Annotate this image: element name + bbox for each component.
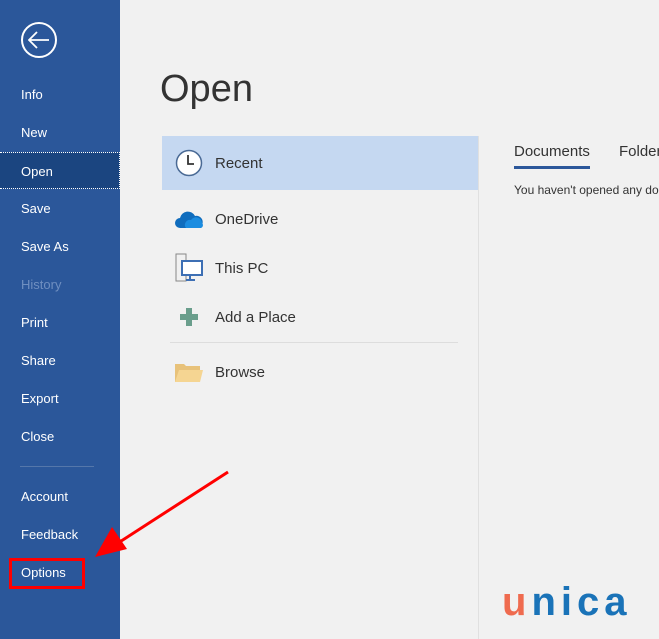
unica-logo: unica <box>502 580 632 624</box>
pane-divider <box>478 136 479 639</box>
clock-icon <box>175 149 202 177</box>
nav-info[interactable]: Info <box>0 76 120 113</box>
sidebar-divider <box>20 466 94 467</box>
page-title: Open <box>160 68 253 110</box>
annotation-highlight-box <box>9 558 85 589</box>
place-add-a-place[interactable]: Add a Place <box>162 293 478 341</box>
nav-export[interactable]: Export <box>0 380 120 417</box>
nav-save[interactable]: Save <box>0 190 120 227</box>
nav-save-as[interactable]: Save As <box>0 228 120 265</box>
cloud-icon <box>174 211 203 228</box>
nav-share[interactable]: Share <box>0 342 120 379</box>
place-browse[interactable]: Browse <box>162 348 478 396</box>
nav-feedback[interactable]: Feedback <box>0 516 120 553</box>
nav-account[interactable]: Account <box>0 478 120 515</box>
folder-icon <box>174 364 203 382</box>
nav-history: History <box>21 277 62 292</box>
place-label: Recent <box>215 154 263 172</box>
nav-open[interactable]: Open <box>0 152 120 189</box>
nav-close[interactable]: Close <box>0 418 120 455</box>
place-recent[interactable]: Recent <box>162 136 478 190</box>
tab-folders[interactable]: Folder <box>619 143 659 166</box>
computer-icon <box>175 253 203 282</box>
place-this-pc[interactable]: This PC <box>162 244 478 292</box>
place-label: OneDrive <box>215 210 279 228</box>
tab-documents[interactable]: Documents <box>514 143 590 169</box>
nav-new[interactable]: New <box>0 114 120 151</box>
nav-print[interactable]: Print <box>0 304 120 341</box>
place-onedrive[interactable]: OneDrive <box>162 195 478 243</box>
place-label: Add a Place <box>215 308 296 326</box>
place-label: This PC <box>215 259 269 277</box>
plus-icon <box>179 308 198 326</box>
places-divider <box>170 342 458 343</box>
back-button[interactable] <box>21 22 57 58</box>
arrow-left-icon <box>28 31 49 49</box>
place-label: Browse <box>215 363 266 381</box>
backstage-sidebar: Info New Open Save Save As History Print… <box>0 0 120 639</box>
empty-recent-message: You haven't opened any do <box>514 183 659 197</box>
